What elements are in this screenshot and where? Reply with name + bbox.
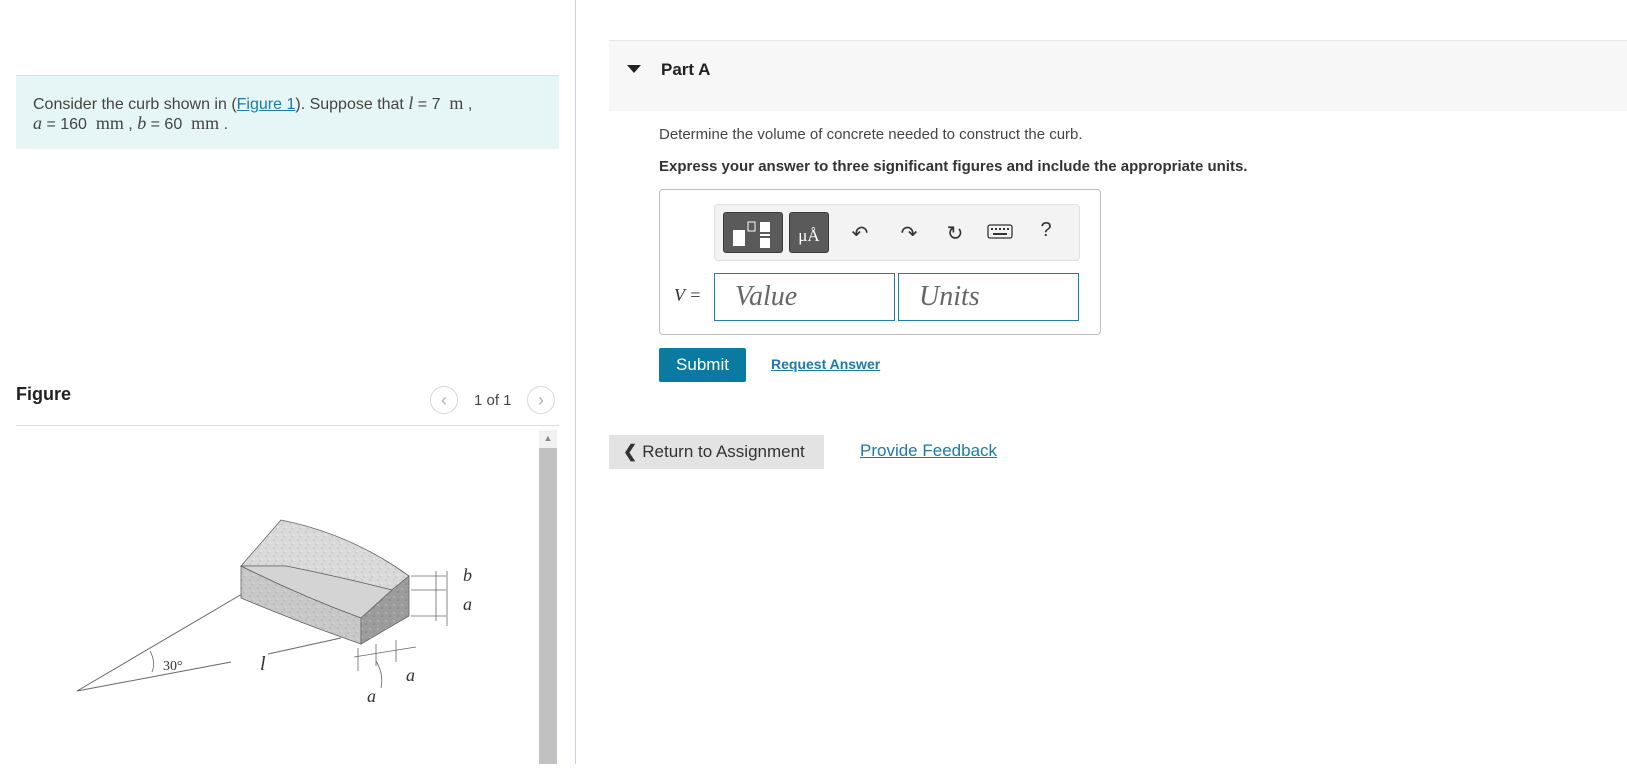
return-label: Return to Assignment: [642, 442, 805, 461]
collapse-triangle-icon[interactable]: [627, 65, 641, 73]
label-a-right: a: [463, 594, 472, 614]
label-l: l: [260, 653, 266, 675]
scrollbar-thumb[interactable]: [539, 448, 557, 764]
previous-figure-button[interactable]: ‹: [430, 386, 458, 414]
label-angle: 30°: [163, 659, 183, 674]
problem-mid: ). Suppose that: [295, 96, 409, 113]
problem-end: .: [219, 116, 229, 133]
problem-line-1: Consider the curb shown in (Figure 1). S…: [33, 93, 542, 115]
templates-button[interactable]: [723, 212, 783, 253]
help-button[interactable]: ?: [1033, 219, 1059, 242]
problem-prefix: Consider the curb shown in (: [33, 96, 237, 113]
value-input[interactable]: [714, 273, 895, 321]
l-value: = 7: [413, 96, 441, 113]
figure-counter: 1 of 1: [474, 392, 512, 409]
problem-line-2: a = 160 mm , b = 60 mm .: [33, 113, 542, 135]
a-symbol: a: [33, 113, 42, 133]
problem-statement: Consider the curb shown in (Figure 1). S…: [16, 75, 559, 149]
l-unit: m: [449, 93, 464, 113]
templates-icon: [733, 221, 770, 248]
sep-1: ,: [463, 96, 473, 113]
label-a-bottom-1: a: [406, 665, 415, 685]
variable-label: V =: [674, 285, 701, 306]
b-value: = 60: [146, 116, 183, 133]
keyboard-icon[interactable]: [987, 221, 1013, 247]
part-a-header[interactable]: Part A: [609, 40, 1627, 111]
curb-diagram: b a a a l 30°: [76, 519, 472, 706]
undo-icon[interactable]: ↶: [847, 221, 873, 246]
instruction-text: Express your answer to three significant…: [659, 158, 1248, 175]
a-value: = 160: [42, 116, 87, 133]
request-answer-link[interactable]: Request Answer: [771, 356, 880, 372]
chevron-left-icon: ❮: [623, 442, 638, 461]
figure-image: b a a a l 30°: [16, 426, 536, 764]
figure-title: Figure: [16, 384, 72, 404]
units-input[interactable]: [898, 273, 1079, 321]
sep-2: ,: [123, 116, 138, 133]
provide-feedback-link[interactable]: Provide Feedback: [860, 441, 997, 461]
units-tool-label: μÅ: [798, 226, 820, 245]
math-toolbar: μÅ ↶ ↷ ↻ ?: [714, 204, 1080, 261]
reset-icon[interactable]: ↻: [942, 221, 968, 246]
part-title: Part A: [661, 60, 711, 79]
pane-divider: [575, 0, 576, 764]
figure-link[interactable]: Figure 1: [237, 96, 296, 113]
variable-symbol: V =: [674, 285, 702, 305]
answer-box: μÅ ↶ ↷ ↻ ? V =: [659, 189, 1101, 335]
left-pane: Consider the curb shown in (Figure 1). S…: [0, 0, 575, 764]
redo-icon[interactable]: ↷: [896, 221, 922, 246]
a-unit: mm: [95, 113, 124, 133]
b-symbol: b: [137, 113, 147, 133]
next-figure-button[interactable]: ›: [527, 386, 555, 414]
label-b: b: [463, 565, 472, 585]
submit-button[interactable]: Submit: [659, 348, 746, 382]
b-unit: mm: [191, 113, 220, 133]
units-tool-button[interactable]: μÅ: [789, 212, 829, 253]
question-text: Determine the volume of concrete needed …: [659, 126, 1083, 143]
return-to-assignment-button[interactable]: ❮ Return to Assignment: [609, 435, 824, 469]
scroll-up-arrow-icon[interactable]: ▲: [539, 430, 557, 446]
label-a-bottom-2: a: [367, 686, 376, 706]
chevron-left-icon: ‹: [441, 389, 447, 410]
chevron-right-icon: ›: [538, 389, 544, 410]
